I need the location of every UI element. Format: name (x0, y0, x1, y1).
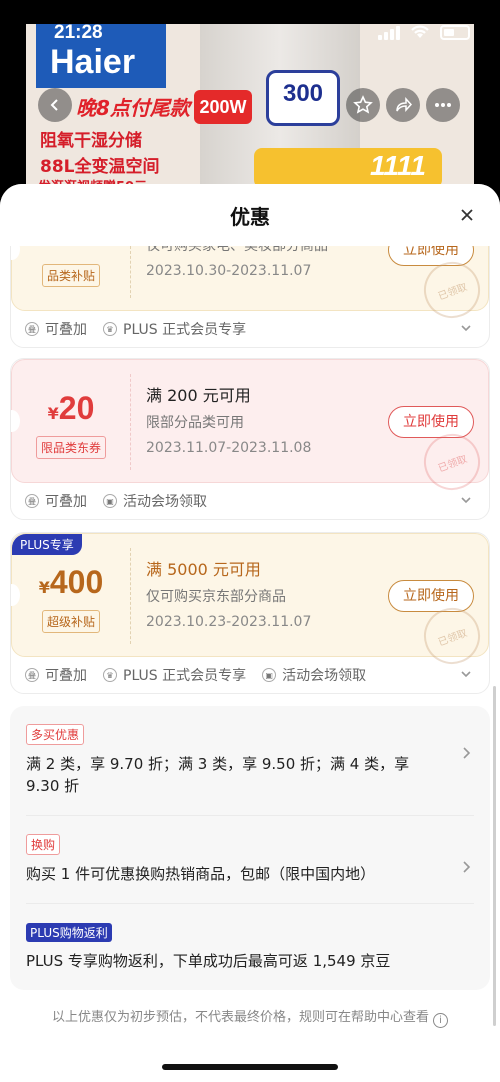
product-banner: Haier 晚8点付尾款 阻氧干湿分储 88L全变温空间 发逛逛视频赠50元 2… (0, 0, 500, 210)
coupon-footer: 叠可叠加 ▣ 活动会场领取 (11, 483, 489, 519)
status-time: 21:28 (54, 22, 103, 43)
coupon-date: 2023.11.07-2023.11.08 (146, 440, 312, 456)
promotion-tag: 多买优惠 (26, 724, 85, 745)
favorite-button[interactable] (346, 88, 380, 122)
chevron-down-icon[interactable] (459, 321, 473, 335)
stackable-icon: 叠 (25, 494, 39, 508)
info-icon[interactable]: i (433, 1013, 448, 1028)
promotion-text: 购买 1 件可优惠换购热销商品，包邮（限中国内地） (26, 865, 376, 883)
chevron-down-icon[interactable] (459, 493, 473, 507)
chevron-right-icon (463, 747, 471, 759)
coupon-condition: 满 200 元可用 (146, 386, 251, 405)
wifi-icon (411, 25, 429, 38)
discount-badge: 1111 (254, 148, 442, 188)
promotion-item[interactable]: 多买优惠 满 2 类，享 9.70 折；满 3 类，享 9.50 折；满 4 类… (26, 706, 474, 816)
plus-badge: 300 (266, 70, 340, 126)
promotion-item[interactable]: 换购 购买 1 件可优惠换购热销商品，包邮（限中国内地） (26, 816, 474, 904)
star-icon (353, 95, 373, 114)
coupon-date: 2023.10.23-2023.11.07 (146, 614, 312, 630)
status-icons (378, 24, 470, 40)
coupon-date: 2023.10.30-2023.11.07 (146, 263, 312, 279)
promotion-text: PLUS 专享购物返利，下单成功后最高可返 1,549 京豆 (26, 952, 391, 970)
coupon-footer: 叠可叠加 ♛ PLUS 正式会员专享 (11, 311, 489, 347)
plus-exclusive-badge: PLUS专享 (12, 534, 82, 555)
promotion-item: PLUS购物返利 PLUS 专享购物返利，下单成功后最高可返 1,549 京豆 (26, 904, 474, 990)
coupon-scope: 仅可购买家电、美妆部分商品 (146, 246, 328, 254)
coupon-scope: 仅可购买京东部分商品 (146, 589, 286, 605)
use-now-button[interactable]: 立即使用 (388, 580, 474, 612)
coupon-amount: ¥400 (38, 564, 104, 600)
banner-promo-line2: 阻氧干湿分储 (40, 131, 142, 151)
venue-icon: ▣ (103, 494, 117, 508)
more-button[interactable] (426, 88, 460, 122)
promotion-text: 满 2 类，享 9.70 折；满 3 类，享 9.50 折；满 4 类，享 9.… (26, 755, 410, 795)
close-icon (461, 209, 473, 221)
venue-icon: ▣ (262, 668, 277, 682)
coupon-tag: 品类补贴 (12, 264, 130, 287)
coupon-card: ¥20 限品类东券 满 200 元可用 限部分品类可用 2023.11.07-2… (10, 358, 490, 520)
coupon-amount: ¥20 (47, 390, 95, 426)
back-button[interactable] (38, 88, 72, 122)
stackable-icon: 叠 (25, 322, 39, 336)
discount-sheet: 优惠 品类补贴 — 仅可购买家电、美妆部分商品 2023.10.30-2023.… (0, 184, 500, 1082)
signal-icon (378, 24, 400, 40)
scrollbar[interactable] (493, 686, 496, 1026)
crown-icon: ♛ (103, 668, 117, 682)
sheet-header: 优惠 (0, 184, 500, 246)
close-button[interactable] (456, 204, 478, 226)
stackable-icon: 叠 (25, 668, 39, 682)
promotion-tag: PLUS购物返利 (26, 923, 112, 942)
coupon-tag: 超级补贴 (12, 610, 130, 633)
chevron-down-icon[interactable] (459, 667, 473, 681)
coupon-card: PLUS专享 ¥400 超级补贴 满 5000 元可用 仅可购买京东部分商品 2… (10, 532, 490, 694)
coupon-scope: 限部分品类可用 (146, 415, 244, 431)
chevron-right-icon (463, 861, 471, 873)
home-indicator[interactable] (162, 1064, 338, 1070)
banner-promo-line3: 88L全变温空间 (40, 157, 160, 177)
coupon-condition: 满 5000 元可用 (146, 560, 261, 579)
crown-icon: ♛ (103, 322, 117, 336)
promotion-list: 多买优惠 满 2 类，享 9.70 折；满 3 类，享 9.50 折；满 4 类… (10, 706, 490, 990)
sheet-content[interactable]: 品类补贴 — 仅可购买家电、美妆部分商品 2023.10.30-2023.11.… (0, 246, 500, 1082)
sheet-title: 优惠 (230, 204, 270, 229)
more-icon (435, 103, 451, 107)
coupon-footer: 叠可叠加 ♛ PLUS 正式会员专享 ▣ 活动会场领取 (11, 657, 489, 693)
back-icon (50, 99, 58, 111)
disclaimer: 以上优惠仅为初步预估，不代表最终价格，规则可在帮助中心查看 i (0, 1006, 500, 1028)
share-icon (396, 97, 412, 112)
promotion-tag: 换购 (26, 834, 61, 855)
coupon-card: 品类补贴 — 仅可购买家电、美妆部分商品 2023.10.30-2023.11.… (10, 246, 490, 348)
battery-icon (440, 24, 470, 40)
use-now-button[interactable]: 立即使用 (388, 406, 474, 438)
power-badge: 200W (194, 90, 252, 124)
share-button[interactable] (386, 88, 420, 122)
coupon-tag: 限品类东券 (12, 436, 130, 459)
banner-promo-line1: 晚8点付尾款 (76, 96, 190, 120)
